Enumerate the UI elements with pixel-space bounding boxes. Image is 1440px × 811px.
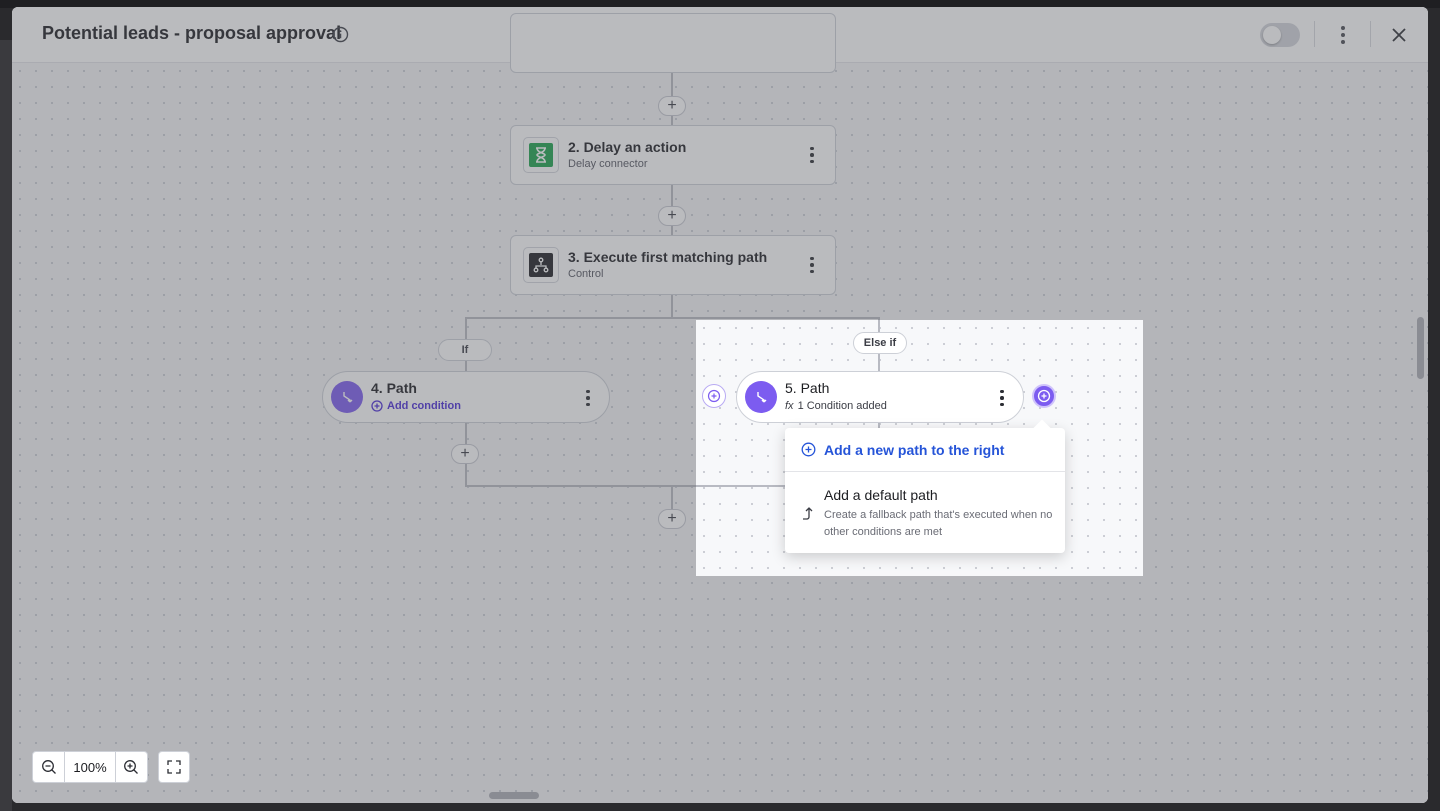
path-node-4[interactable]: 4. Path Add condition [322,371,610,423]
add-condition-link[interactable]: Add condition [371,400,461,412]
node-more-button[interactable] [807,254,817,276]
node-icon-container [523,137,559,173]
add-path-right-button[interactable] [1032,384,1056,408]
path-icon [331,381,363,413]
close-icon[interactable] [1388,24,1410,46]
menu-item-description: Create a fallback path that's executed w… [824,509,1053,538]
node-more-button[interactable] [807,144,817,166]
menu-item-add-default-path[interactable]: Add a default path Create a fallback pat… [785,473,1065,553]
path-node-5[interactable]: 5. Path fx 1 Condition added [736,371,1024,423]
node-title: 2. Delay an action [568,139,687,155]
node-title: 3. Execute first matching path [568,249,768,265]
flow-node-previous[interactable] [510,13,836,73]
zoom-in-button[interactable] [116,752,147,782]
menu-item-label: Add a default path [824,487,938,503]
add-step-button[interactable]: + [658,509,686,529]
branch-control-icon [529,253,553,277]
add-step-button[interactable]: + [658,96,686,116]
node-subtitle: Delay connector [568,158,648,170]
fx-icon: fx [785,400,794,412]
node-subtitle: Control [568,268,604,280]
add-step-button[interactable]: + [658,206,686,226]
workflow-toggle[interactable] [1260,23,1300,47]
add-path-menu: Add a new path to the right Add a defaul… [785,419,1065,553]
flow-node-control[interactable]: 3. Execute first matching path Control [510,235,836,295]
condition-summary-label: 1 Condition added [797,400,887,412]
add-condition-label: Add condition [387,400,461,412]
more-options-button[interactable] [1332,23,1354,47]
branch-label-if: If [438,339,492,361]
connector-line [671,293,673,317]
backdrop-left [0,40,12,811]
add-step-button[interactable]: + [451,444,479,464]
path-more-button[interactable] [583,387,593,409]
hourglass-icon [529,143,553,167]
divider [1370,21,1371,47]
node-icon-container [523,247,559,283]
zoom-out-icon [41,760,56,774]
page-title: Potential leads - proposal approval [42,23,342,43]
add-circle-icon [371,400,383,412]
vertical-scrollbar[interactable] [1417,317,1424,379]
path-more-button[interactable] [997,387,1007,409]
arrow-turn-up-icon [803,507,813,520]
fit-screen-icon [167,760,181,774]
branch-label-else-if: Else if [853,332,907,354]
info-circle-icon[interactable] [332,26,349,43]
zoom-level: 100% [64,752,116,782]
zoom-controls: 100% [32,751,148,783]
connector-line [465,317,880,319]
horizontal-scrollbar[interactable] [489,792,539,799]
zoom-in-icon [124,760,139,774]
zoom-out-button[interactable] [33,752,64,782]
add-path-left-button[interactable] [702,384,726,408]
path-title: 4. Path [371,380,417,396]
toggle-knob [1263,26,1281,44]
condition-summary: fx 1 Condition added [785,400,887,412]
menu-item-add-path-right[interactable]: Add a new path to the right [785,428,1065,472]
path-icon [745,381,777,413]
add-circle-icon [1037,389,1051,403]
path-title: 5. Path [785,380,830,396]
fit-screen-button[interactable] [158,751,190,783]
menu-item-label: Add a new path to the right [824,442,1005,458]
connector-line [671,485,673,509]
add-circle-icon [707,389,721,403]
workflow-modal: Potential leads - proposal approval + + … [12,7,1428,803]
divider [1314,21,1315,47]
add-circle-icon [801,442,816,457]
flow-node-delay[interactable]: 2. Delay an action Delay connector [510,125,836,185]
